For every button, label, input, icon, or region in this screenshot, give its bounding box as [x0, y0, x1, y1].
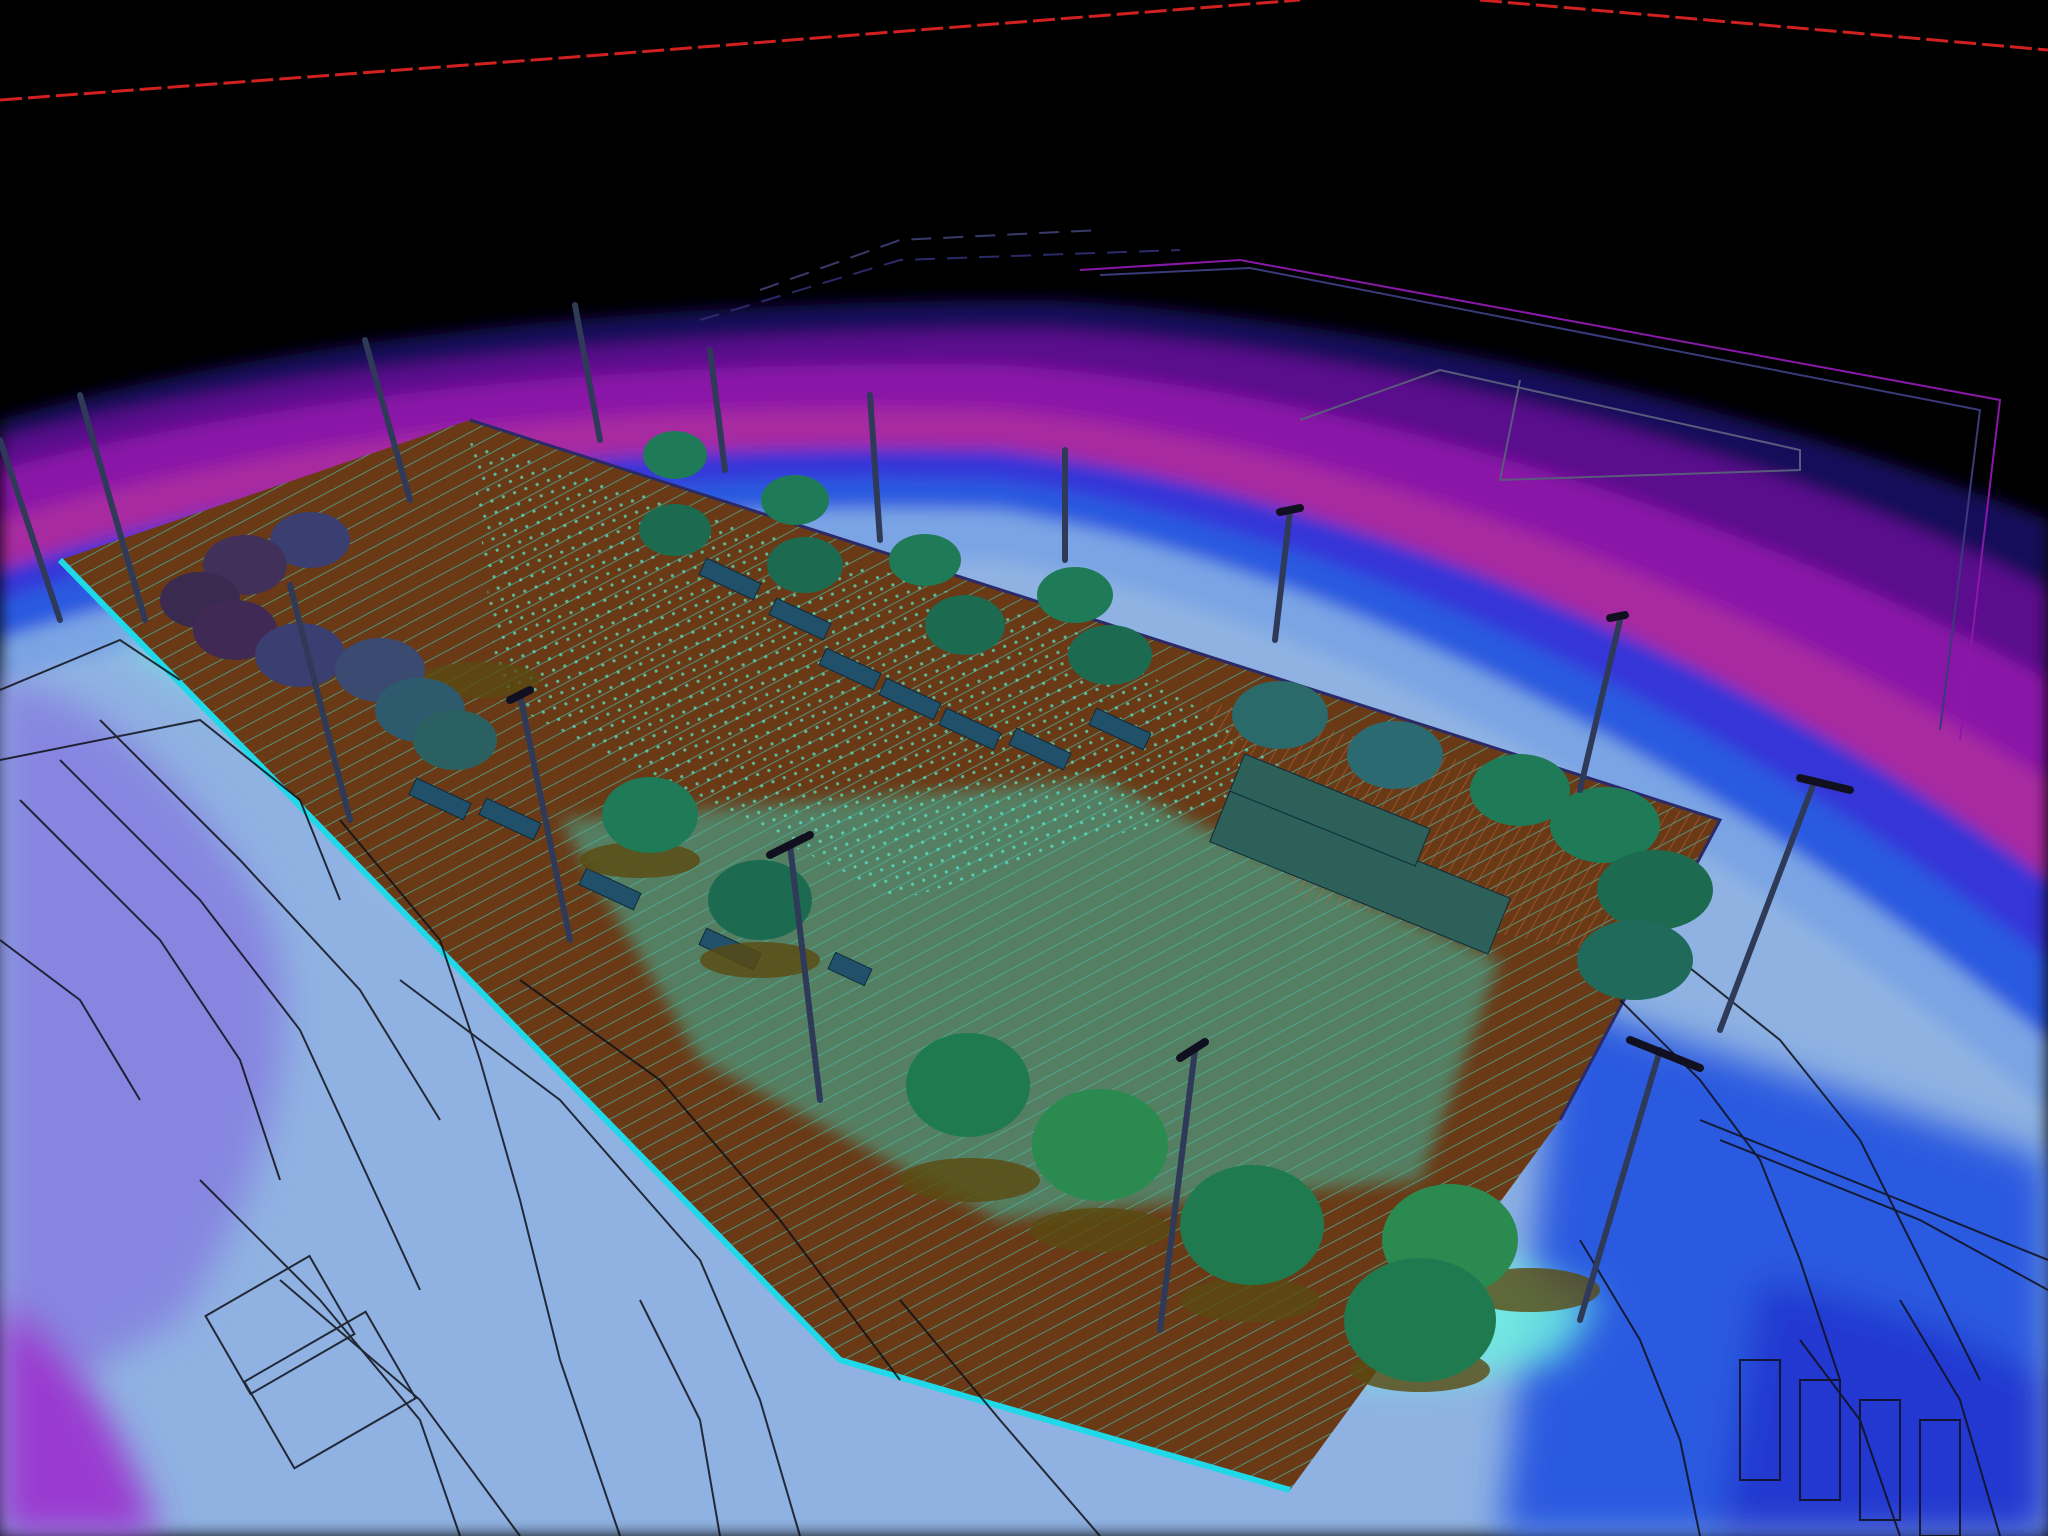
tree: [1597, 850, 1713, 930]
tree: [1347, 721, 1443, 789]
tree: [1032, 1089, 1168, 1201]
luminaire-head: [1606, 611, 1629, 622]
tree: [761, 475, 829, 525]
tree: [643, 431, 707, 479]
tree: [906, 1033, 1030, 1137]
lighting-scene: [0, 0, 2048, 1536]
tree: [767, 537, 843, 593]
tree: [925, 595, 1005, 655]
tree: [889, 534, 961, 586]
tree: [1577, 920, 1693, 1000]
tree: [1180, 1165, 1324, 1285]
tree: [602, 777, 698, 853]
tree: [639, 504, 711, 556]
tree: [413, 710, 497, 770]
tree: [1068, 625, 1152, 685]
render-viewport[interactable]: [0, 0, 2048, 1536]
tree: [1232, 681, 1328, 749]
tree: [1037, 567, 1113, 623]
tree: [1344, 1258, 1496, 1382]
luminaire-head: [1276, 504, 1304, 516]
